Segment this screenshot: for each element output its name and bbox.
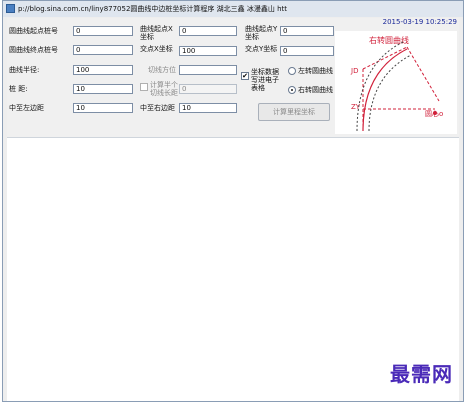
right-curve-label: 右转圆曲线 xyxy=(298,86,333,94)
calc-half-input[interactable]: 0 xyxy=(179,84,237,94)
export-excel-label: 坐标数据写进电子表格 xyxy=(251,68,279,92)
datetime-label: 2015-03-19 10:25:29 xyxy=(382,18,457,26)
compute-button[interactable]: 计算里程坐标 xyxy=(258,103,330,121)
tangent-bearing-input[interactable] xyxy=(179,65,237,75)
circle-start-station-label: 圆曲线起点桩号 xyxy=(9,27,58,35)
intersection-y-input[interactable]: 0 xyxy=(280,46,334,56)
station-label: 桩 距: xyxy=(9,85,28,93)
diagram-jd-label: JD xyxy=(350,67,358,75)
watermark-logo: 最需网 xyxy=(390,362,453,386)
app-window: p://blog.sina.com.cn/liny877052圆曲线中边桩坐标计… xyxy=(2,0,464,402)
right-curve-radio[interactable] xyxy=(288,86,296,94)
curve-diagram: 右转圆曲线 JD ZY 圆心o xyxy=(335,31,457,134)
start-y-label: 曲线起点Y坐标 xyxy=(245,25,278,41)
calc-half-label: 计算半个切线长距 xyxy=(150,81,178,97)
curve-radius-input[interactable]: 100 xyxy=(73,65,133,75)
app-icon xyxy=(6,4,15,13)
intersection-x-input[interactable]: 100 xyxy=(179,46,237,56)
start-x-label: 曲线起点X坐标 xyxy=(140,25,173,41)
diagram-zy-label: ZY xyxy=(351,103,361,111)
curve-radius-label: 曲线半径: xyxy=(9,66,40,74)
intersection-y-label: 交点Y坐标 xyxy=(245,45,278,53)
intersection-x-label: 交点X坐标 xyxy=(140,45,173,53)
start-x-input[interactable]: 0 xyxy=(179,26,237,36)
center-point xyxy=(433,111,437,115)
diagram-title: 右转圆曲线 xyxy=(369,35,409,45)
export-excel-checkbox[interactable]: ✔ xyxy=(241,72,249,80)
center-right-width-input[interactable]: 10 xyxy=(179,103,237,113)
results-area[interactable]: 最需网 xyxy=(7,137,459,401)
window-title: p://blog.sina.com.cn/liny877052圆曲线中边桩坐标计… xyxy=(18,5,288,13)
title-bar[interactable]: p://blog.sina.com.cn/liny877052圆曲线中边桩坐标计… xyxy=(3,1,463,17)
curve-offset-inner xyxy=(368,54,412,132)
circle-start-station-input[interactable]: 0 xyxy=(73,26,133,36)
tangent-bearing-label: 切线方位 xyxy=(148,66,176,74)
client-area: 2015-03-19 10:25:29 圆曲线起点桩号 0 圆曲线终点桩号 0 … xyxy=(7,18,459,401)
circle-end-station-input[interactable]: 0 xyxy=(73,45,133,55)
input-panel: 2015-03-19 10:25:29 圆曲线起点桩号 0 圆曲线终点桩号 0 … xyxy=(7,18,459,134)
station-input[interactable]: 10 xyxy=(73,84,133,94)
left-curve-label: 左转圆曲线 xyxy=(298,67,333,75)
start-y-input[interactable]: 0 xyxy=(280,26,334,36)
left-curve-radio[interactable] xyxy=(288,67,296,75)
center-left-width-label: 中至左边距 xyxy=(9,104,44,112)
center-right-width-label: 中至右边距 xyxy=(140,104,175,112)
calc-half-checkbox[interactable] xyxy=(140,83,148,91)
center-left-width-input[interactable]: 10 xyxy=(73,103,133,113)
radius-line-top xyxy=(406,46,440,102)
circle-end-station-label: 圆曲线终点桩号 xyxy=(9,46,58,54)
curve-diagram-svg: 右转圆曲线 JD ZY 圆心o xyxy=(350,35,443,132)
